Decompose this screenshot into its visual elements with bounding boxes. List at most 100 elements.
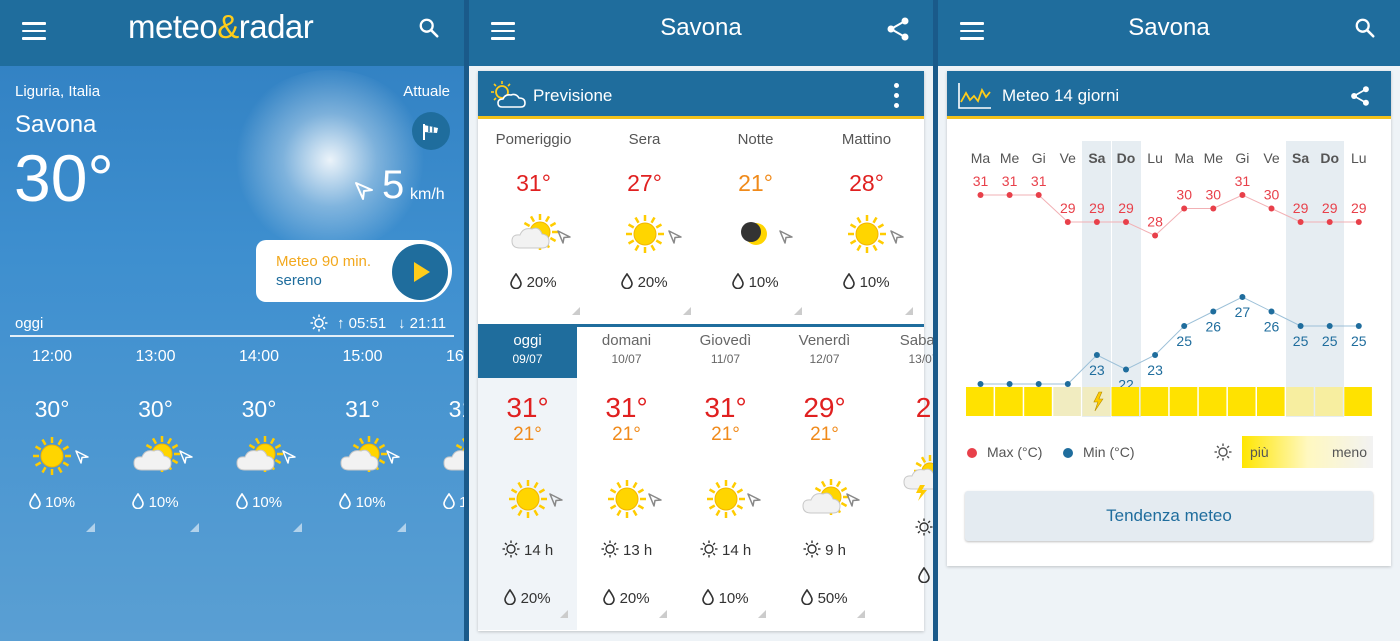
period-temperature: 28° bbox=[849, 170, 884, 196]
period-rain: 20% bbox=[526, 274, 557, 291]
meteo-90-title: Meteo 90 min. bbox=[276, 253, 372, 270]
max-temp-label: 31 bbox=[1235, 173, 1251, 189]
hour-rain: 10% bbox=[45, 494, 76, 511]
today-label: oggi bbox=[15, 315, 44, 332]
day-max-temp: 31° bbox=[605, 392, 648, 423]
current-weather-panel: meteo&radar Liguria, Italia Attuale Savo… bbox=[0, 0, 464, 641]
windsock-button[interactable] bbox=[412, 112, 450, 150]
wind-speed-unit: km/h bbox=[410, 186, 445, 203]
hourly-item[interactable]: 16:00 31° 10% bbox=[416, 348, 464, 511]
meteo-90-min-card[interactable]: Meteo 90 min. sereno bbox=[256, 240, 452, 302]
hour-temperature: 30° bbox=[138, 396, 173, 422]
max-temp-point bbox=[1326, 219, 1333, 225]
day-tab-name: domani bbox=[601, 332, 652, 349]
expand-corner bbox=[794, 307, 802, 315]
search-icon[interactable] bbox=[1354, 16, 1376, 40]
sunshine-bar bbox=[1024, 387, 1052, 416]
hourly-item[interactable]: 14:00 30° 10% bbox=[209, 348, 309, 532]
day-forecast-column[interactable]: 31° 21° 13 h 20% bbox=[577, 378, 676, 630]
app-header: Savona bbox=[469, 0, 933, 66]
period-rain: 20% bbox=[637, 274, 668, 291]
hour-temperature: 31° bbox=[345, 396, 380, 422]
day-forecast-column[interactable]: 31° 21° 14 h 20% bbox=[478, 378, 577, 630]
expand-corner bbox=[560, 610, 568, 618]
day-tabs: oggi 09/07 domani 10/07 Giovedì 11/07 Venerdì 1… bbox=[478, 324, 933, 378]
day-tab-name: Sabato bbox=[899, 332, 933, 349]
sunrise-time: ↑ 05:51 bbox=[337, 315, 387, 332]
more-options-icon[interactable] bbox=[894, 83, 900, 113]
day-sunshine-hours: 9 h bbox=[825, 542, 847, 559]
app-header: Savona bbox=[938, 0, 1400, 66]
max-temp-point bbox=[1297, 219, 1304, 225]
day-tab-date: 13/07 bbox=[908, 352, 933, 366]
raindrop-icon bbox=[702, 588, 715, 606]
period-item[interactable]: Mattino 28° 10% bbox=[811, 131, 922, 315]
sun-outline-icon bbox=[310, 314, 328, 332]
max-temp-point bbox=[977, 192, 984, 198]
hourly-item[interactable]: 15:00 31° 10% bbox=[313, 348, 413, 532]
search-icon[interactable] bbox=[418, 16, 440, 40]
meteo-90-subtitle: sereno bbox=[276, 272, 322, 289]
region-label: Liguria, Italia bbox=[15, 83, 101, 100]
min-temp-point bbox=[1123, 366, 1129, 373]
max-temp-point bbox=[1355, 219, 1362, 225]
day-tab[interactable]: Venerdì 12/07 bbox=[775, 327, 874, 378]
wind-direction-icon bbox=[846, 493, 860, 507]
min-temp-point bbox=[1064, 381, 1071, 387]
period-item[interactable]: Pomeriggio 31° 20% bbox=[478, 131, 589, 315]
sunshine-bar bbox=[1227, 387, 1256, 416]
day-forecast-column[interactable]: 31° 21° 14 h 10% bbox=[676, 378, 775, 630]
share-icon[interactable] bbox=[885, 16, 911, 42]
day-sunshine-hours: 14 h bbox=[721, 542, 752, 559]
wind-direction-icon bbox=[668, 230, 682, 244]
day-sunshine-hours: 13 h bbox=[622, 542, 653, 559]
day-forecast-column[interactable]: 29° 21° 9 h 50% bbox=[775, 378, 874, 630]
hour-rain: 10% bbox=[459, 494, 464, 511]
period-name: Sera bbox=[628, 131, 661, 148]
max-temp-label: 31 bbox=[973, 173, 989, 189]
day-max-temp: 31° bbox=[506, 392, 549, 423]
wind-direction-icon bbox=[355, 182, 373, 200]
max-temp-point bbox=[1123, 219, 1129, 225]
period-rain: 10% bbox=[748, 274, 779, 291]
hour-time: 13:00 bbox=[135, 348, 176, 365]
day-forecast-column[interactable]: 2 bbox=[874, 378, 933, 630]
forecast-card-title: Previsione bbox=[533, 86, 613, 105]
trend-button[interactable]: Tendenza meteo bbox=[965, 491, 1373, 541]
sunset-time: ↓ 21:11 bbox=[398, 315, 447, 332]
raindrop-icon bbox=[732, 272, 745, 290]
day-tab-date: 12/07 bbox=[809, 352, 840, 366]
expand-corner bbox=[758, 610, 766, 618]
sun-outline-icon bbox=[601, 540, 619, 558]
min-temp-point bbox=[1035, 381, 1042, 387]
raindrop-icon bbox=[917, 566, 930, 584]
day-tab[interactable]: Giovedì 11/07 bbox=[676, 327, 775, 378]
storm-icon bbox=[902, 455, 933, 501]
hourly-item[interactable]: 12:00 30° 10% bbox=[2, 348, 102, 532]
day-rain: 50% bbox=[817, 590, 848, 607]
sunshine-scale: più meno bbox=[1242, 436, 1373, 468]
period-item[interactable]: Notte 21° 10% bbox=[700, 131, 811, 315]
period-item[interactable]: Sera 27° 20% bbox=[589, 131, 700, 315]
expand-corner bbox=[683, 307, 691, 315]
min-temp-label: 25 bbox=[1176, 333, 1192, 349]
min-temp-point bbox=[977, 381, 984, 387]
sun-outline-icon bbox=[700, 540, 718, 558]
day-sunshine-hours: 14 h bbox=[523, 542, 554, 559]
wind-direction-icon bbox=[549, 493, 563, 507]
min-temp-point bbox=[1297, 323, 1304, 329]
wind-direction-icon bbox=[747, 493, 761, 507]
sunshine-bar bbox=[995, 387, 1023, 416]
day-tab[interactable]: domani 10/07 bbox=[577, 327, 676, 378]
trend-card: Meteo 14 giorni Ma Me Gi Ve Sa Do Lu Ma Me Gi Ve Sa… bbox=[947, 71, 1391, 566]
play-button[interactable] bbox=[392, 244, 448, 300]
raindrop-icon bbox=[443, 492, 455, 510]
day-max-temp: 29° bbox=[803, 392, 846, 423]
hourly-item[interactable]: 13:00 30° 10% bbox=[106, 348, 206, 532]
max-temp-point bbox=[1152, 232, 1159, 239]
expand-corner bbox=[572, 307, 580, 315]
menu-icon[interactable] bbox=[22, 22, 46, 40]
hour-time: 14:00 bbox=[238, 348, 280, 365]
day-tab[interactable]: Sabato 13/07 bbox=[874, 327, 933, 378]
day-tab[interactable]: oggi 09/07 bbox=[478, 327, 577, 378]
